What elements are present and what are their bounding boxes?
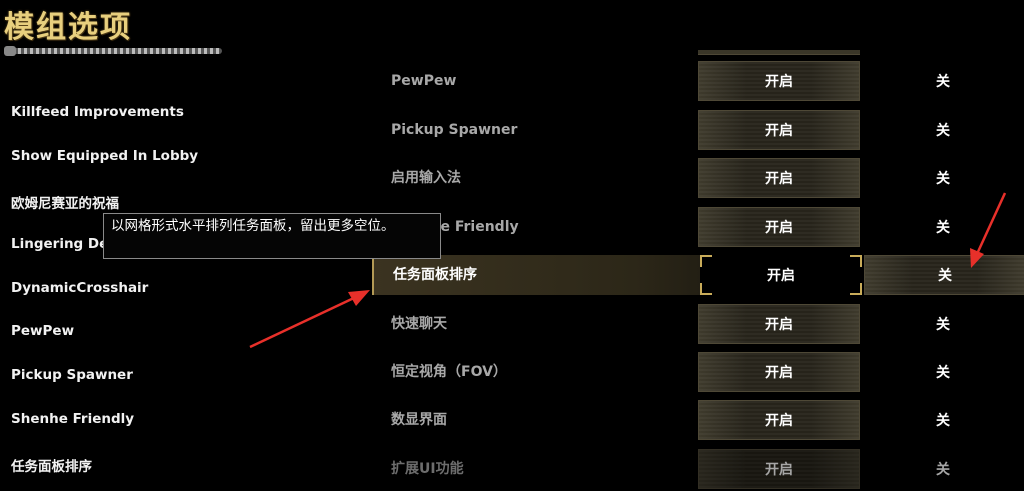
annotation-arrows [249, 192, 1007, 349]
arrow-to-off-button-icon [970, 192, 1007, 268]
arrow-to-option-label-icon [249, 290, 370, 349]
